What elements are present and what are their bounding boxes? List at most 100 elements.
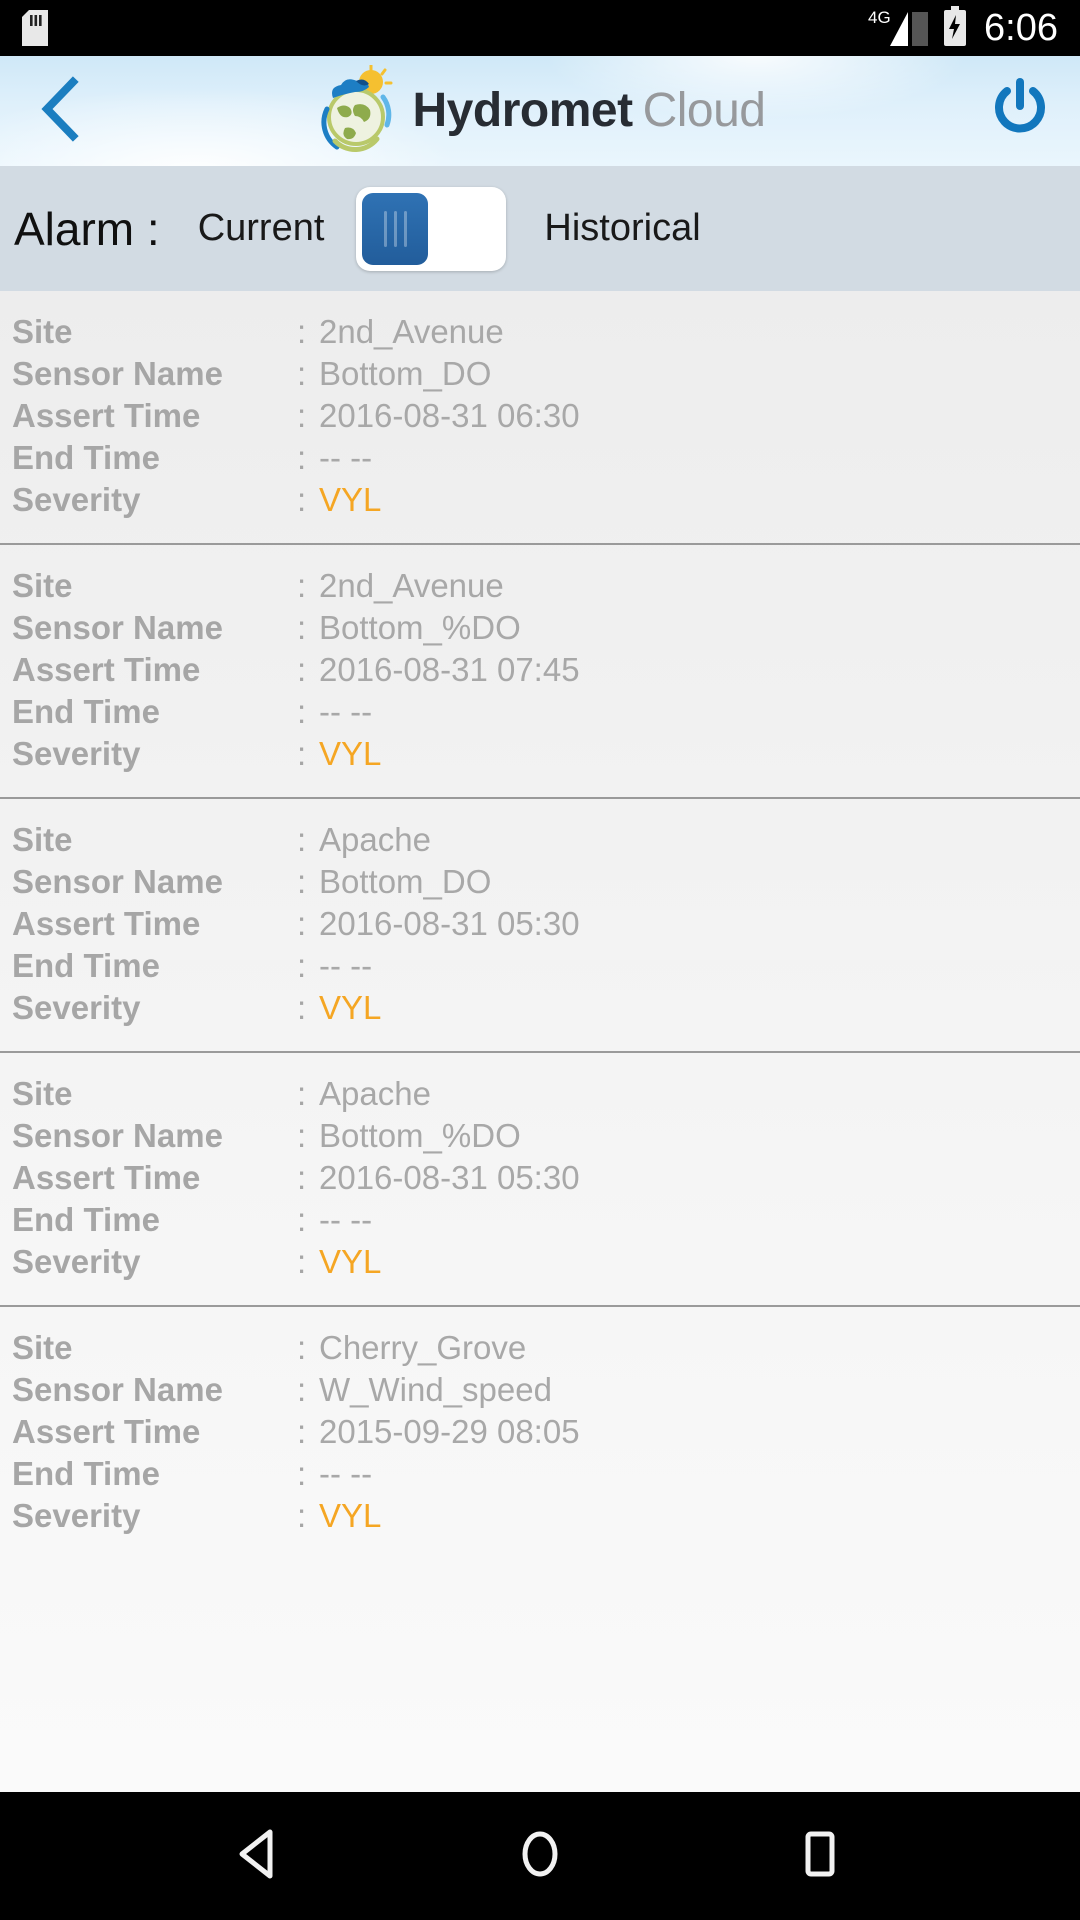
field-label-assert-time: Assert Time <box>12 1159 201 1196</box>
field-label-severity: Severity <box>12 735 141 772</box>
field-value-severity: VYL <box>319 989 382 1026</box>
field-value-assert-time: 2016-08-31 05:30 <box>319 1159 580 1196</box>
alarm-record-card[interactable]: Site: Apache Sensor Name: Bottom_%DO Assert … <box>0 1053 1080 1307</box>
hydromet-globe-logo-icon <box>315 65 399 157</box>
field-separator: : <box>297 439 307 476</box>
field-value-severity: VYL <box>319 1243 382 1280</box>
alarm-record-card[interactable]: Site: Cherry_Grove Sensor Name: W_Wind_spee… <box>0 1307 1080 1559</box>
field-separator: : <box>297 651 307 688</box>
power-icon <box>991 77 1049 145</box>
status-bar-clock: 6:06 <box>984 7 1058 49</box>
status-bar: 4G 6:06 <box>0 0 1080 56</box>
field-separator: : <box>297 1413 307 1450</box>
field-value-assert-time: 2016-08-31 07:45 <box>319 651 580 688</box>
field-separator: : <box>297 1117 307 1154</box>
field-label-severity: Severity <box>12 1497 141 1534</box>
field-label-end-time: End Time <box>12 693 160 730</box>
field-separator: : <box>297 989 307 1026</box>
alarm-field-row: Site: Apache <box>0 821 1080 863</box>
field-separator: : <box>297 1201 307 1238</box>
nav-back-button[interactable] <box>195 1792 325 1920</box>
alarm-filter-bar: Alarm : Current Historical <box>0 166 1080 291</box>
field-value-severity: VYL <box>319 735 382 772</box>
alarm-field-row: Severity: VYL <box>0 1243 1080 1285</box>
field-value-site: Cherry_Grove <box>319 1329 527 1366</box>
field-value-severity: VYL <box>319 481 382 518</box>
status-bar-right: 4G 6:06 <box>868 5 1058 51</box>
power-button[interactable] <box>960 56 1080 166</box>
alarm-field-row: Assert Time:2016-08-31 05:30 <box>0 1159 1080 1201</box>
field-separator: : <box>297 863 307 900</box>
alarm-record-card[interactable]: Site: Apache Sensor Name: Bottom_DO Assert T… <box>0 799 1080 1053</box>
alarm-field-row: Severity: VYL <box>0 1497 1080 1539</box>
field-value-assert-time: 2015-09-29 08:05 <box>319 1413 580 1450</box>
field-separator: : <box>297 1159 307 1196</box>
field-label-site: Site <box>12 821 73 858</box>
field-value-end-time: -- -- <box>319 1201 373 1238</box>
alarm-record-card[interactable]: Site:2nd_Avenue Sensor Name: Bottom_%DO Ass… <box>0 545 1080 799</box>
field-label-site: Site <box>12 1075 73 1112</box>
field-separator: : <box>297 905 307 942</box>
alarm-field-row: Severity: VYL <box>0 989 1080 1031</box>
field-separator: : <box>297 1243 307 1280</box>
alarm-field-row: Sensor Name: Bottom_%DO <box>0 1117 1080 1159</box>
field-label-site: Site <box>12 567 73 604</box>
field-separator: : <box>297 1371 307 1408</box>
chevron-left-icon <box>37 75 83 147</box>
alarm-field-row: End Time: -- -- <box>0 439 1080 481</box>
filter-option-historical[interactable]: Historical <box>544 207 700 250</box>
alarm-field-row: Assert Time:2015-09-29 08:05 <box>0 1413 1080 1455</box>
nav-home-circle-icon <box>514 1826 566 1887</box>
sd-card-icon <box>22 10 48 46</box>
brand-primary: Hydromet <box>412 84 634 137</box>
nav-home-button[interactable] <box>475 1792 605 1920</box>
status-bar-left <box>22 10 48 46</box>
field-value-assert-time: 2016-08-31 06:30 <box>319 397 580 434</box>
alarm-label: Alarm : <box>14 202 160 255</box>
alarm-field-row: Severity: VYL <box>0 481 1080 523</box>
field-label-sensor-name: Sensor Name <box>12 863 223 900</box>
nav-recents-square-icon <box>794 1826 846 1887</box>
field-label-severity: Severity <box>12 1243 141 1280</box>
field-separator: : <box>297 1329 307 1366</box>
field-label-end-time: End Time <box>12 1455 160 1492</box>
battery-charging-icon <box>942 5 968 51</box>
alarm-record-card[interactable]: Site:2nd_Avenue Sensor Name: Bottom_DO Asse… <box>0 291 1080 545</box>
alarm-field-row: Sensor Name: Bottom_DO <box>0 355 1080 397</box>
current-historical-toggle[interactable] <box>356 186 507 271</box>
toggle-grip-line <box>403 210 407 247</box>
field-separator: : <box>297 355 307 392</box>
alarm-list[interactable]: Site:2nd_Avenue Sensor Name: Bottom_DO Asse… <box>0 291 1080 1792</box>
field-label-sensor-name: Sensor Name <box>12 1371 223 1408</box>
field-label-assert-time: Assert Time <box>12 905 201 942</box>
alarm-field-row: Sensor Name: Bottom_DO <box>0 863 1080 905</box>
filter-option-current[interactable]: Current <box>198 207 325 250</box>
field-separator: : <box>297 609 307 646</box>
field-separator: : <box>297 481 307 518</box>
network-type-label: 4G <box>868 8 891 27</box>
signal-bars-icon: 4G <box>868 8 930 48</box>
field-label-site: Site <box>12 313 73 350</box>
field-label-sensor-name: Sensor Name <box>12 1117 223 1154</box>
back-button[interactable] <box>0 56 120 166</box>
toggle-thumb[interactable] <box>362 192 429 265</box>
field-label-sensor-name: Sensor Name <box>12 609 223 646</box>
field-label-assert-time: Assert Time <box>12 397 201 434</box>
alarm-field-row: Site:2nd_Avenue <box>0 567 1080 609</box>
nav-recents-button[interactable] <box>755 1792 885 1920</box>
brand-secondary: Cloud <box>642 84 766 137</box>
app-header: Hydromet Cloud <box>0 56 1080 166</box>
alarm-field-row: End Time: -- -- <box>0 1201 1080 1243</box>
field-label-assert-time: Assert Time <box>12 651 201 688</box>
field-value-site: Apache <box>319 1075 431 1112</box>
alarm-field-row: Sensor Name: Bottom_%DO <box>0 609 1080 651</box>
field-separator: : <box>297 735 307 772</box>
field-label-site: Site <box>12 1329 73 1366</box>
field-value-assert-time: 2016-08-31 05:30 <box>319 905 580 942</box>
field-value-sensor-name: Bottom_DO <box>319 355 492 392</box>
field-value-end-time: -- -- <box>319 439 373 476</box>
nav-back-triangle-icon <box>234 1826 286 1887</box>
alarm-field-row: Site:2nd_Avenue <box>0 313 1080 355</box>
alarm-field-row: Sensor Name: W_Wind_speed <box>0 1371 1080 1413</box>
toggle-grip-line <box>393 210 397 247</box>
